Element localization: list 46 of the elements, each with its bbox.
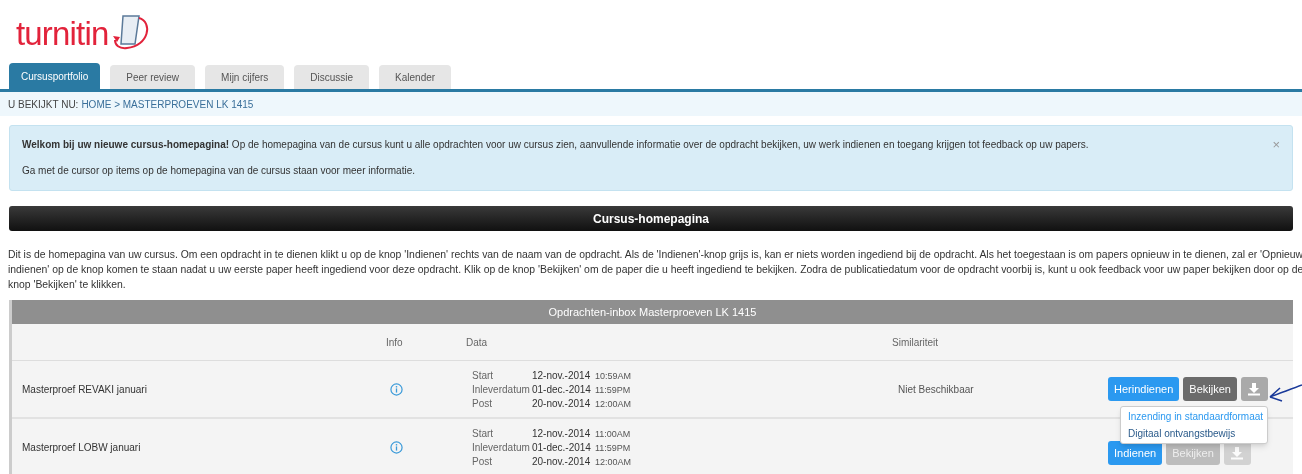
annotation-arrow: [1269, 384, 1302, 402]
menu-item[interactable]: Inzending in standaardformaat: [1121, 408, 1267, 425]
date-value: 12-nov.-2014: [532, 427, 592, 441]
time-value: 10:59AM: [595, 370, 632, 383]
tab[interactable]: Kalender: [379, 65, 452, 89]
column-header: Data: [466, 335, 489, 350]
tab[interactable]: Discussie: [294, 65, 370, 89]
date-value: 20-nov.-2014: [532, 397, 592, 411]
breadcrumb-link[interactable]: HOME > MASTERPROEVEN LK 1415: [81, 96, 254, 112]
column-header: Info: [386, 335, 404, 350]
time-value: 11:59PM: [595, 384, 631, 397]
view-button[interactable]: Bekijken: [1183, 377, 1237, 401]
download-icon: [1230, 446, 1245, 460]
assignment-name: Masterproef LOBW januari: [22, 440, 142, 455]
submit-button[interactable]: Herindienen: [1108, 377, 1180, 401]
section-header: Cursus-homepagina: [9, 206, 1293, 231]
download-icon: [1247, 382, 1262, 396]
date-label: Inleverdatum: [472, 441, 531, 455]
column-header: Similariteit: [892, 335, 939, 350]
date-value: 01-dec.-2014: [532, 383, 592, 397]
breadcrumb-label: U BEKIJKT NU:: [8, 97, 79, 112]
date-label: Start: [472, 427, 495, 441]
time-value: 11:59PM: [595, 442, 631, 455]
logo-text: turnitin: [16, 16, 109, 50]
date-label: Start: [472, 369, 495, 383]
tab[interactable]: Mijn cijfers: [205, 65, 285, 89]
date-label: Post: [472, 455, 493, 469]
date-value: 01-dec.-2014: [532, 441, 592, 455]
date-label: Post: [472, 397, 493, 411]
menu-item[interactable]: Digitaal ontvangstbewijs: [1121, 425, 1267, 442]
info-icon[interactable]: [390, 382, 403, 396]
time-value: 11:00AM: [595, 428, 631, 441]
assignment-name: Masterproef REVAKI januari: [22, 382, 148, 397]
date-label: Inleverdatum: [472, 383, 531, 397]
info-icon[interactable]: [390, 440, 403, 454]
tab[interactable]: Cursusportfolio: [9, 63, 101, 89]
download-button[interactable]: [1240, 377, 1268, 401]
tab[interactable]: Peer review: [110, 65, 196, 89]
hint-text: Ga met de cursor op items op de homepagina van de cursus staan voor meer informatie.: [22, 164, 416, 178]
date-value: 12-nov.-2014: [532, 369, 592, 383]
time-value: 12:00AM: [595, 398, 632, 411]
date-value: 20-nov.-2014: [532, 455, 592, 469]
time-value: 12:00AM: [595, 456, 632, 469]
similarity-status: Niet Beschikbaar: [898, 383, 974, 395]
welcome-text: Welkom bij uw nieuwe cursus-homepagina! Op de homepagina van de cursus kunt u alle opdrachten voor uw cursus zien, aanvullende informatie over de opdracht bekijken, uw werk indienen en toegang krijgen tot feedback op uw papers.: [22, 138, 1089, 152]
inbox-header: Opdrachten-inbox Masterproeven LK 1415: [12, 300, 1293, 324]
